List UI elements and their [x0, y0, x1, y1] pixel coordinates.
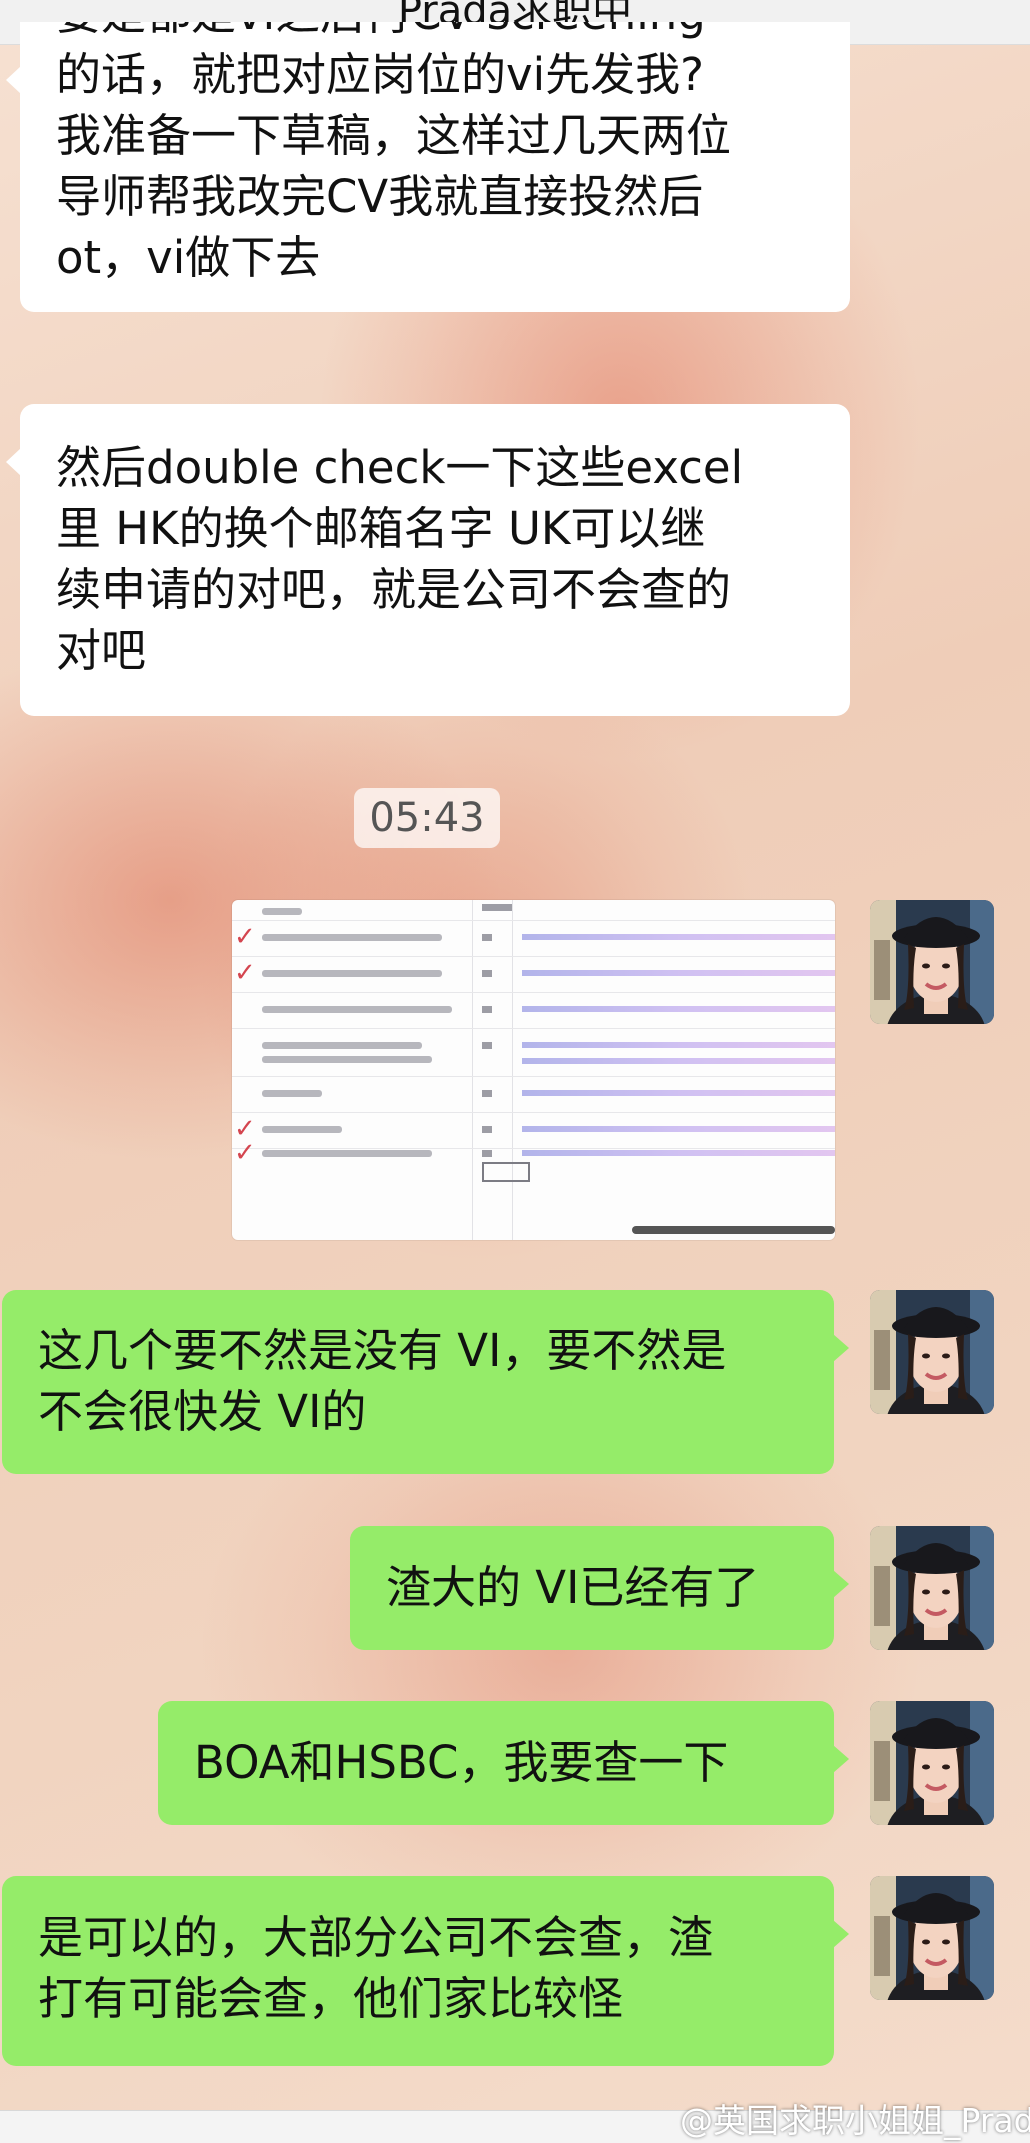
avatar-portrait-icon [870, 1876, 994, 2000]
message-line: ot，vi做下去 [56, 231, 321, 284]
message-line: 我准备一下草稿，这样过几天两位 [56, 109, 732, 162]
message-line: 打有可能会查，他们家比较怪 [38, 1972, 624, 2025]
spreadsheet-row: ✓ [232, 1136, 835, 1172]
user-avatar[interactable] [870, 900, 994, 1024]
outgoing-message-bubble[interactable]: 这几个要不然是没有 VI，要不然是 不会很快发 VI的 [2, 1290, 849, 1474]
message-timestamp: 05:43 [354, 788, 500, 848]
spreadsheet-row: ✓ [232, 956, 835, 993]
message-line: 里 HK的换个邮箱名字 UK可以继 [56, 502, 706, 555]
user-avatar[interactable] [870, 1876, 994, 2000]
user-avatar[interactable] [870, 1290, 994, 1414]
outgoing-message-bubble[interactable]: 渣大的 VI已经有了 [350, 1526, 849, 1650]
outgoing-message-bubble[interactable]: 是可以的，大部分公司不会查，渣 打有可能会查，他们家比较怪 [2, 1876, 849, 2066]
message-line: 导师帮我改完CV我就直接投然后 [56, 170, 704, 223]
checkmark-icon: ✓ [234, 1138, 256, 1168]
avatar-portrait-icon [870, 1526, 994, 1650]
incoming-message-bubble[interactable]: 然后double check一下这些excel 里 HK的换个邮箱名字 UK可以… [6, 404, 850, 716]
spreadsheet-screenshot-image[interactable]: ✓ ✓ ✓ ✓ [232, 900, 835, 1240]
message-line: 对吧 [56, 624, 147, 677]
checkmark-icon: ✓ [234, 958, 256, 988]
message-line: BOA和HSBC，我要查一下 [194, 1736, 729, 1789]
checkmark-icon: ✓ [234, 922, 256, 952]
user-avatar[interactable] [870, 1701, 994, 1825]
spreadsheet-scrollbar [632, 1226, 835, 1234]
spreadsheet-row [232, 992, 835, 1029]
avatar-portrait-icon [870, 1701, 994, 1825]
spreadsheet-header-row [232, 900, 835, 921]
outgoing-message-bubble[interactable]: BOA和HSBC，我要查一下 [158, 1701, 849, 1825]
incoming-message-bubble[interactable]: 要是都是vi之后再CV screening 的话，就把对应岗位的vi先发我? 我… [6, 22, 850, 312]
user-avatar[interactable] [870, 1526, 994, 1650]
spreadsheet-row [232, 1076, 835, 1113]
spreadsheet-row: ✓ [232, 920, 835, 957]
message-line: 续申请的对吧，就是公司不会查的 [56, 563, 732, 616]
message-line: 的话，就把对应岗位的vi先发我? [56, 48, 705, 101]
message-line: 是可以的，大部分公司不会查，渣 [38, 1911, 714, 1964]
message-line: 然后double check一下这些excel [56, 441, 744, 494]
avatar-portrait-icon [870, 1290, 994, 1414]
message-partial-line: 要是都是vi之后再CV screening [56, 22, 820, 44]
watermark-text: @英国求职小姐姐_Prada [680, 2101, 1030, 2140]
avatar-portrait-icon [870, 900, 994, 1024]
spreadsheet-row [232, 1028, 835, 1077]
spreadsheet-selected-cell [482, 1162, 530, 1182]
message-line: 这几个要不然是没有 VI，要不然是 [38, 1324, 727, 1377]
message-line: 渣大的 VI已经有了 [386, 1561, 760, 1614]
message-line: 不会很快发 VI的 [38, 1385, 367, 1438]
